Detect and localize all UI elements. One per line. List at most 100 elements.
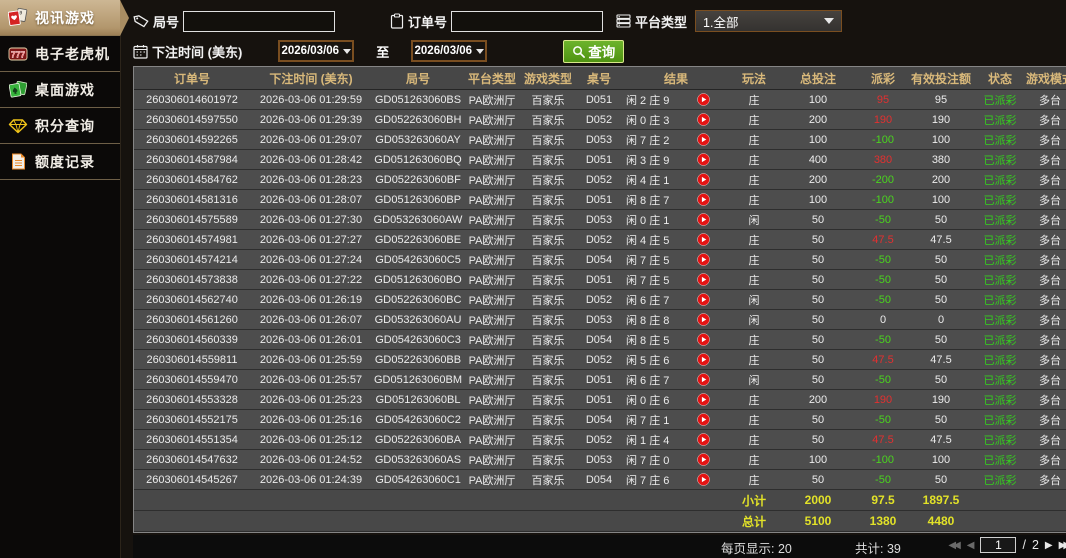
cell-valid-bet: 47.5	[908, 354, 974, 366]
replay-video-icon[interactable]	[697, 173, 710, 186]
table-row: 2603060145627402026-03-06 01:26:19GD0522…	[134, 290, 1066, 310]
order-number-input[interactable]	[451, 11, 603, 32]
cell-status: 已派彩	[974, 472, 1026, 488]
date-from-picker[interactable]: 2026/03/06	[278, 40, 354, 62]
search-button[interactable]: 查询	[563, 40, 624, 63]
cell-platform: PA欧洲厅	[464, 452, 520, 468]
last-page-icon[interactable]: ▶▶	[1059, 540, 1066, 551]
replay-video-icon[interactable]	[697, 233, 710, 246]
replay-video-icon[interactable]	[697, 93, 710, 106]
cell-round-number: GD051263060BP	[372, 194, 464, 206]
sidebar-item-slots[interactable]: 777电子老虎机	[0, 36, 120, 72]
cell-round-number: GD052263060BC	[372, 294, 464, 306]
cell-round-number: GD054263060C2	[372, 414, 464, 426]
gem-icon	[8, 117, 28, 135]
cell-status: 已派彩	[974, 292, 1026, 308]
prev-page-icon[interactable]: ◀	[967, 540, 975, 551]
replay-video-icon[interactable]	[697, 353, 710, 366]
replay-video-icon[interactable]	[697, 333, 710, 346]
next-page-icon[interactable]: ▶	[1045, 540, 1053, 551]
replay-video-icon[interactable]	[697, 193, 710, 206]
sidebar-item-label: 电子老虎机	[35, 44, 110, 64]
replay-video-icon[interactable]	[697, 153, 710, 166]
result-text: 闲 5 庄 6	[626, 352, 669, 368]
cell-play-type: 庄	[730, 452, 778, 468]
cell-order-number: 260306014551354	[134, 434, 250, 446]
replay-video-icon[interactable]	[697, 433, 710, 446]
replay-video-icon[interactable]	[697, 213, 710, 226]
cell-total-bet: 50	[778, 474, 858, 486]
cell-round-number: GD052263060BB	[372, 354, 464, 366]
cell-bet-time: 2026-03-06 01:24:39	[250, 474, 372, 486]
cell-game-type: 百家乐	[520, 272, 576, 288]
cell-game-mode: 多台	[1026, 312, 1066, 328]
cell-platform: PA欧洲厅	[464, 432, 520, 448]
cell-payout: 380	[858, 154, 908, 166]
cell-bet-time: 2026-03-06 01:24:52	[250, 454, 372, 466]
subtotal-row: 小计 2000 97.5 1897.5	[134, 490, 1066, 511]
cell-status: 已派彩	[974, 372, 1026, 388]
cell-order-number: 260306014561260	[134, 314, 250, 326]
cell-play-type: 闲	[730, 372, 778, 388]
cell-platform: PA欧洲厅	[464, 112, 520, 128]
sidebar-item-video-games[interactable]: 9视讯游戏	[0, 0, 120, 36]
col-header-mode: 游戏模式	[1026, 70, 1066, 87]
total-total-bet: 5100	[778, 514, 858, 528]
replay-video-icon[interactable]	[697, 393, 710, 406]
cell-table-number: D052	[576, 114, 622, 126]
cell-order-number: 260306014587984	[134, 154, 250, 166]
replay-video-icon[interactable]	[697, 413, 710, 426]
cell-table-number: D054	[576, 414, 622, 426]
col-header-platform: 平台类型	[464, 70, 520, 87]
cell-game-type: 百家乐	[520, 172, 576, 188]
cell-payout: 47.5	[858, 354, 908, 366]
date-to-picker[interactable]: 2026/03/06	[411, 40, 487, 62]
cell-total-bet: 50	[778, 314, 858, 326]
replay-video-icon[interactable]	[697, 373, 710, 386]
replay-video-icon[interactable]	[697, 313, 710, 326]
per-page-label: 每页显示: 20	[721, 538, 792, 557]
replay-video-icon[interactable]	[697, 253, 710, 266]
cell-table-number: D051	[576, 394, 622, 406]
cell-game-type: 百家乐	[520, 232, 576, 248]
platform-type-dropdown[interactable]: 1.全部	[695, 10, 842, 32]
cell-status: 已派彩	[974, 272, 1026, 288]
cell-payout: -100	[858, 194, 908, 206]
replay-video-icon[interactable]	[697, 133, 710, 146]
result-text: 闲 7 庄 5	[626, 252, 669, 268]
cell-status: 已派彩	[974, 352, 1026, 368]
first-page-icon[interactable]: ◀◀	[948, 540, 960, 551]
page-number-input[interactable]	[980, 537, 1016, 553]
replay-video-icon[interactable]	[697, 293, 710, 306]
cell-play-type: 庄	[730, 392, 778, 408]
replay-video-icon[interactable]	[697, 113, 710, 126]
cell-result: 闲 7 庄 5	[622, 272, 730, 288]
cell-round-number: GD053263060AU	[372, 314, 464, 326]
cell-status: 已派彩	[974, 412, 1026, 428]
replay-video-icon[interactable]	[697, 273, 710, 286]
replay-video-icon[interactable]	[697, 473, 710, 486]
cell-result: 闲 4 庄 5	[622, 232, 730, 248]
cell-platform: PA欧洲厅	[464, 332, 520, 348]
table-row: 2603060145476322026-03-06 01:24:52GD0532…	[134, 450, 1066, 470]
sidebar-item-table-games[interactable]: 桌面游戏	[0, 72, 120, 108]
cell-result: 闲 7 庄 1	[622, 412, 730, 428]
replay-video-icon[interactable]	[697, 453, 710, 466]
cell-total-bet: 200	[778, 174, 858, 186]
cell-valid-bet: 47.5	[908, 234, 974, 246]
cell-game-mode: 多台	[1026, 352, 1066, 368]
cell-round-number: GD053263060AS	[372, 454, 464, 466]
cell-game-mode: 多台	[1026, 252, 1066, 268]
cell-round-number: GD054263060C3	[372, 334, 464, 346]
round-number-input[interactable]	[183, 11, 335, 32]
cell-play-type: 庄	[730, 432, 778, 448]
sidebar-item-points-query[interactable]: 积分查询	[0, 108, 120, 144]
cell-valid-bet: 50	[908, 334, 974, 346]
cell-valid-bet: 50	[908, 414, 974, 426]
date-range-to-label: 至	[376, 42, 389, 61]
sidebar-item-label: 桌面游戏	[35, 80, 95, 100]
cell-platform: PA欧洲厅	[464, 412, 520, 428]
sidebar-item-quota-records[interactable]: 额度记录	[0, 144, 120, 180]
cell-play-type: 庄	[730, 92, 778, 108]
table-row: 2603060145513542026-03-06 01:25:12GD0522…	[134, 430, 1066, 450]
